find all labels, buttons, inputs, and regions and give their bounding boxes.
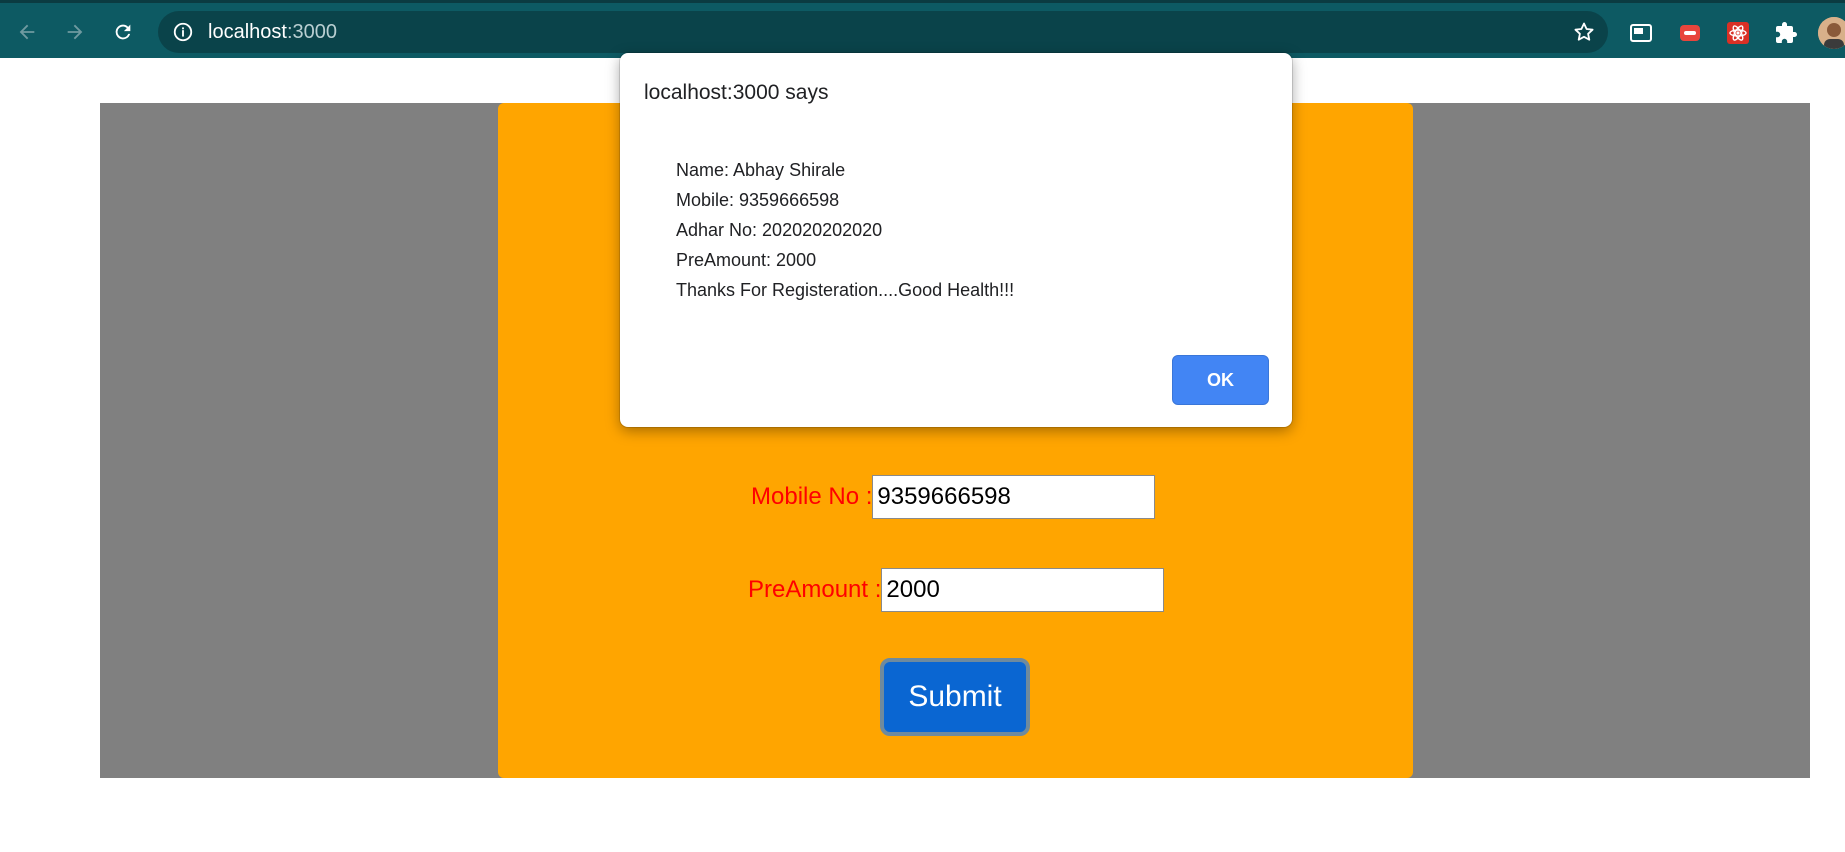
alert-dialog: localhost:3000 says Name: Abhay Shirale … bbox=[620, 53, 1292, 427]
address-bar[interactable]: localhost:3000 bbox=[158, 11, 1608, 53]
url-text: localhost:3000 bbox=[208, 21, 337, 43]
reload-icon bbox=[115, 24, 131, 40]
url-port: :3000 bbox=[286, 21, 337, 43]
forward-button[interactable] bbox=[58, 15, 92, 49]
react-devtools-button[interactable] bbox=[1725, 20, 1751, 46]
star-icon[interactable] bbox=[1572, 20, 1596, 44]
mobile-input[interactable] bbox=[872, 475, 1156, 519]
arrow-right-icon bbox=[67, 24, 83, 40]
mobile-label: Mobile No : bbox=[751, 483, 873, 510]
red-extension-button[interactable] bbox=[1677, 20, 1703, 46]
arrow-left-icon bbox=[19, 24, 35, 40]
dialog-title: localhost:3000 says bbox=[644, 81, 829, 104]
dialog-line-adhar: Adhar No: 202020202020 bbox=[676, 220, 883, 240]
dialog-line-name: Name: Abhay Shirale bbox=[676, 160, 846, 180]
picture-in-picture-icon bbox=[1630, 24, 1652, 42]
preamount-row: PreAmount : bbox=[748, 568, 1165, 612]
browser-toolbar: localhost:3000 bbox=[0, 3, 1845, 58]
url-host: localhost bbox=[208, 21, 287, 43]
extensions-button[interactable] bbox=[1773, 20, 1799, 46]
react-devtools-icon bbox=[1727, 22, 1749, 44]
picture-in-picture-button[interactable] bbox=[1628, 20, 1654, 46]
red-extension-icon bbox=[1680, 25, 1700, 41]
back-button[interactable] bbox=[10, 15, 44, 49]
info-icon[interactable] bbox=[172, 21, 194, 43]
reload-button[interactable] bbox=[106, 15, 140, 49]
puzzle-icon bbox=[1776, 22, 1797, 43]
ok-button[interactable]: OK bbox=[1172, 355, 1269, 405]
preamount-label: PreAmount : bbox=[748, 576, 882, 603]
mobile-row: Mobile No : bbox=[751, 475, 1156, 519]
dialog-message: Name: Abhay Shirale Mobile: 9359666598 A… bbox=[676, 155, 1014, 305]
dialog-line-thanks: Thanks For Registeration....Good Health!… bbox=[676, 280, 1015, 300]
avatar-icon bbox=[1818, 17, 1845, 49]
profile-avatar[interactable] bbox=[1818, 17, 1845, 49]
dialog-line-preamount: PreAmount: 2000 bbox=[676, 250, 817, 270]
submit-button[interactable]: Submit bbox=[880, 658, 1030, 736]
dialog-line-mobile: Mobile: 9359666598 bbox=[676, 190, 840, 210]
preamount-input[interactable] bbox=[881, 568, 1165, 612]
